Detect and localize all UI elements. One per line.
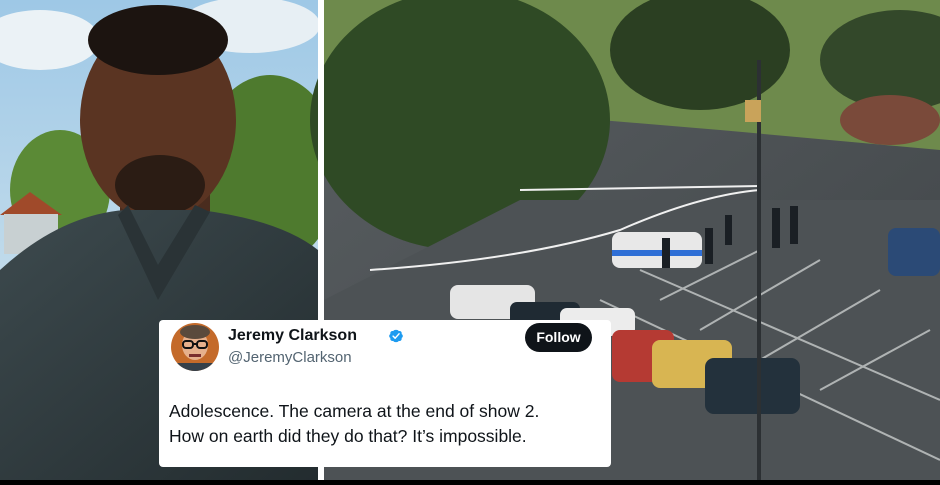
display-name[interactable]: Jeremy Clarkson [228,327,357,345]
tweet-text: Adolescence. The camera at the end of sh… [169,399,599,449]
verified-badge-icon [389,329,403,343]
user-handle[interactable]: @JeremyClarkson [228,349,352,366]
avatar-image [171,323,219,371]
tweet-text-line: Adolescence. The camera at the end of sh… [169,401,540,421]
tweet-card: Jeremy Clarkson @JeremyClarkson Follow A… [159,320,611,467]
tweet-text-line: How on earth did they do that? It’s impo… [169,426,527,446]
follow-button[interactable]: Follow [525,323,592,352]
avatar[interactable] [171,323,219,371]
